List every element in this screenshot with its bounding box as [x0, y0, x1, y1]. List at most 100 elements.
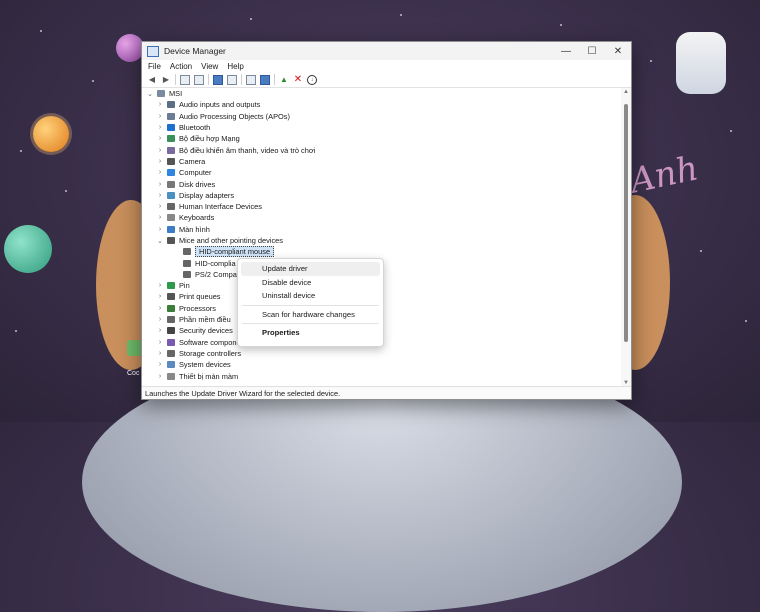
chevron-right-icon[interactable]: ›	[156, 373, 164, 380]
tree-item-label: Computer	[179, 168, 212, 178]
update-driver-menu-item[interactable]: Update driver	[241, 262, 380, 276]
astronaut-rocket-icon	[676, 32, 726, 94]
chevron-down-icon[interactable]: ⌄	[156, 237, 164, 245]
device-category-icon	[167, 225, 175, 233]
desktop-app-icon[interactable]	[127, 340, 141, 356]
tree-category-item[interactable]: › Thiết bị màn màm	[142, 370, 621, 381]
tree-category-item[interactable]: › Bộ điều khiển âm thanh, video và trò ch…	[142, 144, 621, 155]
chevron-right-icon[interactable]: ›	[156, 226, 164, 233]
back-arrow-icon[interactable]: ◀	[147, 75, 157, 85]
device-category-icon	[183, 259, 191, 267]
device-category-icon	[167, 327, 175, 335]
maximize-button[interactable]: ☐	[579, 42, 605, 60]
chevron-right-icon[interactable]: ›	[156, 361, 164, 368]
chevron-right-icon[interactable]: ›	[156, 124, 164, 131]
menu-divider	[242, 323, 379, 324]
menu-help[interactable]: Help	[227, 62, 243, 71]
properties-icon[interactable]	[194, 74, 204, 85]
tree-item-label: Mice and other pointing devices	[179, 236, 283, 245]
tree-item-label: Display adapters	[179, 190, 235, 200]
show-hide-tree-icon[interactable]	[180, 74, 190, 85]
toolbar: ◀ ▶ ▲ ✕ ↓	[142, 72, 631, 88]
scroll-up-icon[interactable]: ▲	[621, 89, 631, 95]
uninstall-device-menu-item[interactable]: Uninstall device	[241, 289, 380, 303]
planet-orange-icon	[33, 116, 69, 152]
chevron-right-icon[interactable]: ›	[156, 203, 164, 210]
scan-hardware-icon[interactable]	[260, 74, 270, 85]
tree-category-item[interactable]: › Disk drives	[142, 178, 621, 189]
tree-category-item[interactable]: › Computer	[142, 167, 621, 178]
chevron-right-icon[interactable]: ›	[156, 293, 164, 300]
forward-arrow-icon[interactable]: ▶	[161, 75, 171, 85]
device-category-icon	[167, 282, 175, 290]
vertical-scrollbar[interactable]: ▲ ▼	[621, 88, 631, 387]
tree-item-label: HID-complia	[195, 258, 236, 268]
chevron-right-icon[interactable]: ›	[156, 350, 164, 357]
chevron-right-icon[interactable]: ›	[156, 147, 164, 154]
tree-category-item[interactable]: › Bluetooth	[142, 122, 621, 133]
tree-category-item[interactable]: ⌄ Mice and other pointing devices	[142, 235, 621, 246]
tree-item-label: Bluetooth	[179, 123, 211, 133]
tree-category-item[interactable]: › Bộ điều hợp Mạng	[142, 133, 621, 144]
disable-device-menu-item[interactable]: Disable device	[241, 276, 380, 290]
update-driver-icon[interactable]	[246, 74, 256, 85]
tree-category-item[interactable]: › Human Interface Devices	[142, 201, 621, 212]
chevron-right-icon[interactable]: ›	[156, 305, 164, 312]
chevron-right-icon[interactable]: ›	[156, 316, 164, 323]
chevron-right-icon[interactable]: ›	[156, 339, 164, 346]
device-category-icon	[167, 180, 175, 188]
tree-category-item[interactable]: › Keyboards	[142, 212, 621, 223]
device-category-icon	[167, 361, 175, 369]
scan-hardware-menu-item[interactable]: Scan for hardware changes	[241, 308, 380, 322]
device-category-icon	[183, 270, 191, 278]
menu-file[interactable]: File	[148, 62, 161, 71]
tree-item-label: Phần mềm điều	[179, 315, 231, 325]
tree-item-label: Processors	[179, 303, 216, 313]
scroll-thumb[interactable]	[624, 104, 628, 342]
uninstall-device-icon[interactable]: ✕	[293, 74, 303, 85]
menu-view[interactable]: View	[201, 62, 218, 71]
device-category-icon	[167, 237, 175, 244]
menu-action[interactable]: Action	[170, 62, 192, 71]
tree-category-item[interactable]: › Audio inputs and outputs	[142, 99, 621, 110]
tree-root[interactable]: ⌄ MSI	[142, 88, 621, 99]
chevron-right-icon[interactable]: ›	[156, 169, 164, 176]
tree-category-item[interactable]: › System devices	[142, 359, 621, 370]
desktop-app-label: Coc	[127, 370, 140, 377]
chevron-right-icon[interactable]: ›	[156, 214, 164, 221]
tree-item-label: PS/2 Compat	[195, 269, 239, 279]
view-icon[interactable]	[227, 74, 237, 85]
chevron-right-icon[interactable]: ›	[156, 192, 164, 199]
tree-category-item[interactable]: › Màn hình	[142, 224, 621, 235]
minimize-button[interactable]: —	[553, 42, 579, 60]
chevron-right-icon[interactable]: ›	[156, 181, 164, 188]
device-category-icon	[167, 304, 175, 312]
close-button[interactable]: ✕	[605, 42, 631, 60]
properties-menu-item[interactable]: Properties	[241, 326, 380, 340]
enable-device-icon[interactable]: ▲	[279, 75, 289, 85]
chevron-right-icon[interactable]: ›	[156, 327, 164, 334]
download-driver-icon[interactable]: ↓	[307, 74, 317, 85]
tree-category-item[interactable]: › Storage controllers	[142, 348, 621, 359]
tree-category-item[interactable]: › Display adapters	[142, 190, 621, 201]
device-category-icon	[167, 112, 175, 120]
device-category-icon	[167, 203, 175, 211]
chevron-right-icon[interactable]: ›	[156, 135, 164, 142]
title-bar[interactable]: Device Manager — ☐ ✕	[142, 42, 631, 60]
tree-item-label: Màn hình	[179, 224, 210, 234]
tree-root-label: MSI	[169, 89, 183, 99]
device-category-icon	[167, 191, 175, 199]
chevron-right-icon[interactable]: ›	[156, 282, 164, 289]
chevron-right-icon[interactable]: ›	[156, 113, 164, 120]
chevron-right-icon[interactable]: ›	[156, 101, 164, 108]
tree-item-label: Disk drives	[179, 179, 216, 189]
tree-category-item[interactable]: › Camera	[142, 156, 621, 167]
tree-category-item[interactable]: › Audio Processing Objects (APOs)	[142, 111, 621, 122]
chevron-down-icon[interactable]: ⌄	[146, 90, 154, 98]
tree-item-label: Pin	[179, 281, 190, 291]
planet-green-icon	[4, 225, 52, 273]
chevron-right-icon[interactable]: ›	[156, 158, 164, 165]
tree-child-item[interactable]: HID-compliant mouse	[142, 246, 621, 258]
help-icon[interactable]	[213, 74, 223, 85]
tree-item-label: System devices	[179, 360, 231, 370]
